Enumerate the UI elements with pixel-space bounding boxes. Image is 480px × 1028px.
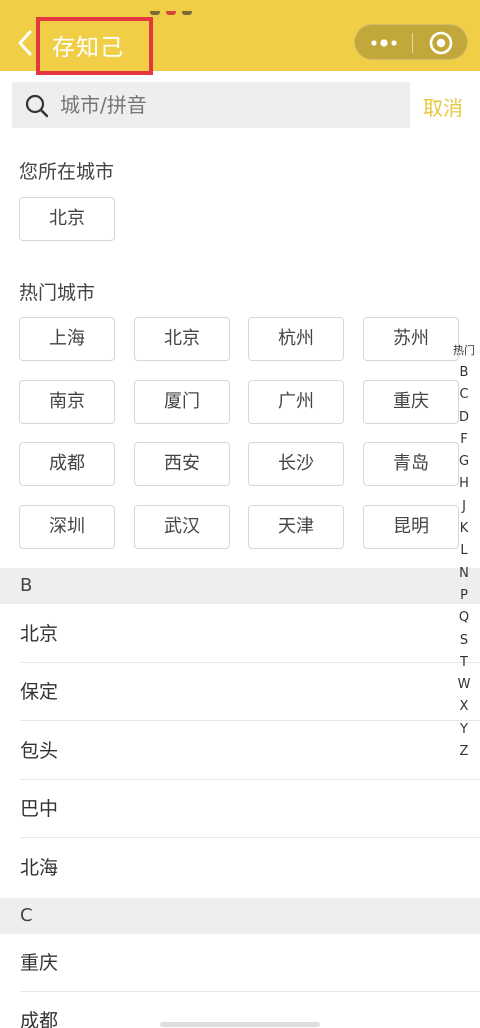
hot-city-button[interactable]: 南京 [19,380,115,424]
hot-city-button[interactable]: 天津 [248,505,344,549]
index-item[interactable]: X [450,696,478,718]
list-item[interactable]: 重庆 [0,934,480,992]
search-bar [12,82,410,128]
index-item[interactable]: B [450,362,478,384]
city-name: 重庆 [20,952,59,974]
index-item-hot[interactable]: 热门 [450,342,478,362]
search-icon [24,93,50,119]
search-input[interactable] [60,89,400,121]
hot-city-button[interactable]: 昆明 [363,505,459,549]
target-close-icon[interactable] [428,30,454,56]
hot-city-button[interactable]: 广州 [248,380,344,424]
hot-city-button[interactable]: 杭州 [248,317,344,361]
city-name: 北海 [20,857,59,879]
hot-city-button[interactable]: 成都 [19,442,115,486]
mini-program-capsule [354,24,468,60]
city-name: 成都 [20,1010,59,1028]
index-item[interactable]: L [450,540,478,562]
alphabet-index-bar: 热门 B C D F G H J K L N P Q S T W X Y Z [450,342,478,763]
index-item[interactable]: T [450,652,478,674]
home-indicator [160,1022,320,1027]
index-item[interactable]: Z [450,741,478,763]
index-item[interactable]: C [450,384,478,406]
index-item[interactable]: S [450,630,478,652]
index-item[interactable]: K [450,518,478,540]
index-item[interactable]: D [450,407,478,429]
more-dots-icon[interactable] [369,31,399,55]
list-item[interactable]: 包头 [0,722,480,780]
hot-city-button[interactable]: 厦门 [134,380,230,424]
index-item[interactable]: N [450,563,478,585]
index-item[interactable]: J [450,496,478,518]
index-item[interactable]: Q [450,607,478,629]
hot-city-button[interactable]: 北京 [134,317,230,361]
index-item[interactable]: Y [450,719,478,741]
current-city-title: 您所在城市 [19,161,115,183]
hot-city-button[interactable]: 深圳 [19,505,115,549]
letter-header-b: B [0,568,480,604]
city-name: 巴中 [20,798,59,820]
status-bar-indicators [150,0,200,15]
list-item[interactable]: 北海 [0,839,480,897]
hot-city-button[interactable]: 长沙 [248,442,344,486]
hot-city-button[interactable]: 重庆 [363,380,459,424]
hot-cities-title: 热门城市 [19,282,96,304]
city-name: 包头 [20,740,59,762]
nav-bar: 存知己 [0,0,480,75]
hot-city-button[interactable]: 苏州 [363,317,459,361]
letter-header-c: C [0,898,480,934]
index-item[interactable]: G [450,451,478,473]
index-item[interactable]: H [450,473,478,495]
divider [20,837,480,838]
hot-city-button[interactable]: 西安 [134,442,230,486]
cancel-button[interactable]: 取消 [423,92,463,121]
index-item[interactable]: W [450,674,478,696]
capsule-divider [412,33,413,53]
title-highlight-box [36,17,153,75]
current-city-button[interactable]: 北京 [19,197,115,241]
divider [20,720,480,721]
list-item[interactable]: 北京 [0,605,480,663]
hot-city-button[interactable]: 武汉 [134,505,230,549]
hot-city-button[interactable]: 上海 [19,317,115,361]
hot-city-button[interactable]: 青岛 [363,442,459,486]
city-name: 北京 [20,623,59,645]
list-item[interactable]: 保定 [0,663,480,721]
city-name: 保定 [20,681,59,703]
index-item[interactable]: F [450,429,478,451]
index-item[interactable]: P [450,585,478,607]
list-item[interactable]: 巴中 [0,780,480,838]
